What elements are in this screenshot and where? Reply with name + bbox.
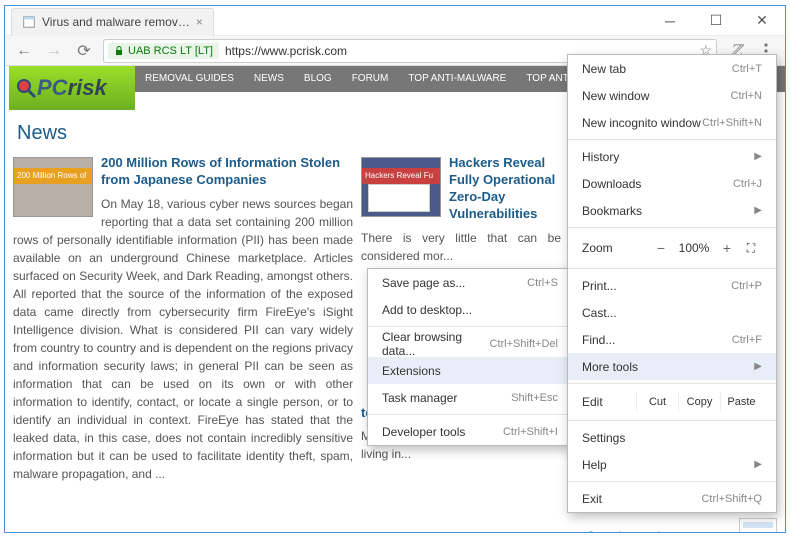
menu-new-window[interactable]: New windowCtrl+N	[568, 82, 776, 109]
submenu-clear-browsing[interactable]: Clear browsing data...Ctrl+Shift+Del	[368, 330, 572, 357]
menu-new-incognito[interactable]: New incognito windowCtrl+Shift+N	[568, 109, 776, 136]
submenu-save-page[interactable]: Save page as...Ctrl+S	[368, 269, 572, 296]
chevron-right-icon: ▶	[754, 205, 762, 216]
menu-zoom-row: Zoom − 100% + ⛶	[568, 231, 776, 265]
nav-top-malware[interactable]: TOP ANTI-MALWARE	[398, 66, 516, 92]
menu-downloads[interactable]: DownloadsCtrl+J	[568, 170, 776, 197]
forward-button[interactable]: →	[43, 40, 65, 62]
submenu-extensions[interactable]: Extensions	[368, 357, 572, 384]
nav-forum[interactable]: FORUM	[342, 66, 399, 92]
minimize-button[interactable]: ─	[647, 6, 693, 36]
ssl-cert-badge[interactable]: UAB RCS LT [LT]	[108, 43, 219, 59]
edit-cut-button[interactable]: Cut	[636, 392, 678, 412]
more-tools-submenu: Save page as...Ctrl+S Add to desktop... …	[367, 268, 573, 446]
lock-icon	[114, 46, 124, 56]
menu-edit-row: Edit Cut Copy Paste	[568, 387, 776, 417]
nav-news[interactable]: NEWS	[244, 66, 294, 92]
fullscreen-button[interactable]: ⛶	[740, 241, 762, 256]
browser-tab[interactable]: Virus and malware remov… ×	[11, 8, 214, 36]
menu-find[interactable]: Find...Ctrl+F	[568, 326, 776, 353]
menu-history[interactable]: History▶	[568, 143, 776, 170]
chrome-main-menu: New tabCtrl+T New windowCtrl+N New incog…	[567, 54, 777, 513]
edit-copy-button[interactable]: Copy	[678, 392, 720, 412]
menu-cast[interactable]: Cast...	[568, 299, 776, 326]
reload-button[interactable]: ⟳	[73, 40, 95, 62]
article-1-body: On May 18, various cyber news sources be…	[13, 195, 353, 483]
menu-help[interactable]: Help▶	[568, 451, 776, 478]
tab-title: Virus and malware remov…	[42, 15, 190, 29]
edit-paste-button[interactable]: Paste	[720, 392, 762, 412]
page-icon	[22, 15, 36, 29]
menu-more-tools[interactable]: More tools▶	[568, 353, 776, 380]
title-bar: Virus and malware remov… × ─ ☐ ✕	[5, 6, 785, 36]
sidebar-item[interactable]: Search.searchyrs.com Redirect	[587, 518, 777, 532]
zoom-out-button[interactable]: −	[648, 240, 674, 256]
back-button[interactable]: ←	[13, 40, 35, 62]
chevron-right-icon: ▶	[754, 151, 762, 162]
menu-exit[interactable]: ExitCtrl+Shift+Q	[568, 485, 776, 512]
window-close-button[interactable]: ✕	[739, 6, 785, 36]
article-2: Hackers Reveal Fu Hackers Reveal Fully O…	[361, 155, 561, 265]
article-2-thumb[interactable]: Hackers Reveal Fu	[361, 157, 441, 217]
nav-blog[interactable]: BLOG	[294, 66, 342, 92]
browser-window: Virus and malware remov… × ─ ☐ ✕ ← → ⟳ U…	[4, 5, 786, 533]
sidebar-thumb	[739, 518, 777, 532]
menu-print[interactable]: Print...Ctrl+P	[568, 272, 776, 299]
chevron-right-icon: ▶	[754, 361, 762, 372]
menu-bookmarks[interactable]: Bookmarks▶	[568, 197, 776, 224]
menu-settings[interactable]: Settings	[568, 424, 776, 451]
submenu-add-desktop[interactable]: Add to desktop...	[368, 296, 572, 323]
maximize-button[interactable]: ☐	[693, 6, 739, 36]
nav-removal-guides[interactable]: REMOVAL GUIDES	[135, 66, 244, 92]
chevron-right-icon: ▶	[754, 459, 762, 470]
submenu-task-manager[interactable]: Task managerShift+Esc	[368, 384, 572, 411]
article-2-body: There is very little that can be conside…	[361, 229, 561, 265]
zoom-in-button[interactable]: +	[714, 240, 740, 256]
tab-close-icon[interactable]: ×	[196, 15, 203, 29]
submenu-dev-tools[interactable]: Developer toolsCtrl+Shift+I	[368, 418, 572, 445]
article-1: 200 Million Rows of 200 Million Rows of …	[13, 155, 353, 532]
menu-new-tab[interactable]: New tabCtrl+T	[568, 55, 776, 82]
zoom-percent: 100%	[674, 241, 714, 255]
url-text: https://www.pcrisk.com	[225, 44, 347, 58]
article-1-thumb[interactable]: 200 Million Rows of	[13, 157, 93, 217]
